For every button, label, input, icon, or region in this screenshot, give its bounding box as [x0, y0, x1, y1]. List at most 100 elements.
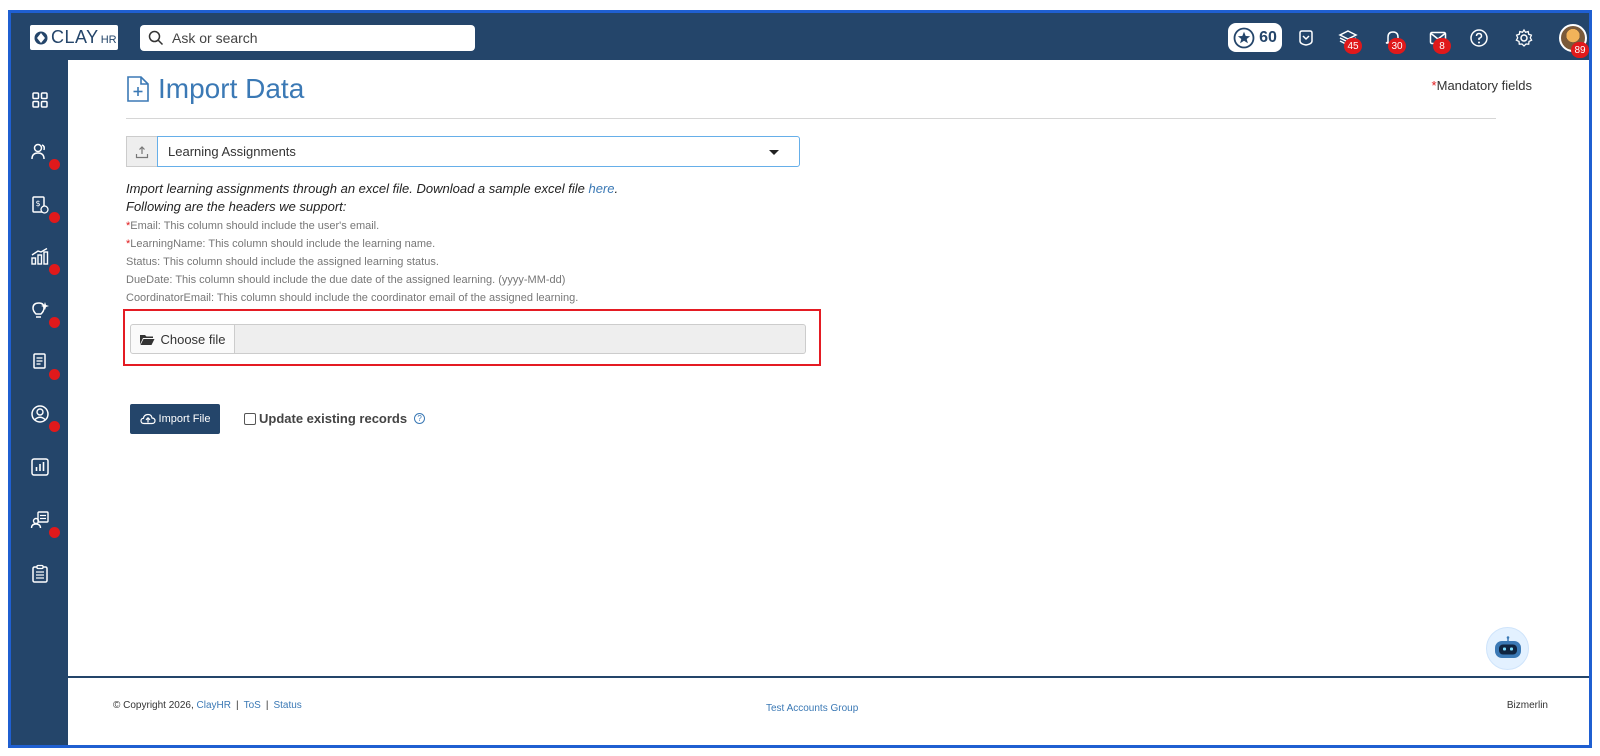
sidebar-item-payroll[interactable]: $: [28, 193, 60, 223]
performance-icon: [31, 247, 49, 265]
sidebar-item-dashboard[interactable]: [28, 88, 52, 112]
settings-button[interactable]: [1511, 25, 1537, 51]
reports-icon: [31, 458, 49, 476]
header-item-text: Status: This column should include the a…: [126, 256, 439, 268]
header-item-text: DueDate: This column should include the …: [126, 274, 566, 286]
copyright-text: © Copyright 2026,: [113, 700, 194, 711]
title-divider: [126, 118, 1496, 119]
top-bar: CLAY HR 60: [11, 13, 1589, 60]
account-group-label: Test Accounts Group: [766, 703, 859, 714]
sidebar-dot: [49, 159, 60, 170]
supported-headers-list: *Email: This column should include the u…: [126, 217, 578, 307]
messages-button[interactable]: 8: [1425, 25, 1451, 54]
footer: © Copyright 2026, ClayHR | ToS | Status Test…: [68, 676, 1589, 745]
select-addon: [126, 136, 157, 167]
selected-filename-field[interactable]: [235, 324, 806, 354]
dashboard-icon: [32, 92, 48, 108]
choose-file-label: Choose file: [160, 331, 226, 347]
sidebar-dot: [49, 317, 60, 328]
notifications-badge: 30: [1388, 38, 1406, 54]
sidebar-item-reports[interactable]: [28, 455, 52, 479]
cloud-upload-icon: [139, 413, 156, 425]
logo-mark-icon: [34, 31, 48, 44]
notifications-button[interactable]: 30: [1380, 25, 1406, 54]
company-link[interactable]: ClayHR: [197, 700, 231, 711]
sidebar-dot: [49, 421, 60, 432]
update-existing-option[interactable]: Update existing records ?: [244, 411, 426, 426]
main-content: Import Data *Mandatory fields Learning A…: [68, 60, 1589, 676]
sidebar-item-documents[interactable]: [28, 350, 60, 380]
learning-icon: [32, 302, 49, 318]
sidebar-item-performance[interactable]: [28, 245, 60, 275]
onboarding-icon: [30, 511, 49, 529]
logo-suffix: HR: [100, 33, 117, 46]
alarm-button[interactable]: [1293, 25, 1319, 51]
sidebar-item-profile[interactable]: [28, 402, 60, 432]
robot-icon: [1494, 635, 1521, 658]
header-item: DueDate: This column should include the …: [126, 271, 578, 289]
logo-word: CLAY: [51, 27, 99, 47]
help-icon[interactable]: ?: [414, 413, 426, 424]
footer-left: © Copyright 2026, ClayHR | ToS | Status: [113, 700, 302, 711]
tos-link[interactable]: ToS: [244, 700, 261, 711]
header-item: Status: This column should include the a…: [126, 253, 578, 271]
status-link[interactable]: Status: [273, 700, 301, 711]
instruction-line-2: Following are the headers we support:: [126, 199, 347, 214]
header-item-text: Email: This column should include the us…: [130, 220, 380, 232]
sample-file-link[interactable]: here: [588, 181, 614, 196]
svg-text:$: $: [36, 199, 41, 208]
search-box[interactable]: [140, 25, 475, 51]
import-type-value: Learning Assignments: [168, 144, 296, 159]
documents-icon: [33, 353, 46, 369]
import-document-icon: [127, 76, 149, 102]
sidebar-item-people[interactable]: [28, 140, 60, 170]
sidebar-dot: [49, 527, 60, 538]
page-title: Import Data: [126, 73, 304, 105]
help-icon: [1470, 29, 1488, 47]
footer-separator: |: [265, 700, 269, 711]
import-type-dropdown[interactable]: Learning Assignments: [157, 136, 800, 167]
sidebar-item-checklist[interactable]: [28, 562, 52, 586]
messages-badge: 8: [1433, 38, 1451, 54]
mandatory-label: Mandatory fields: [1436, 78, 1532, 93]
file-input-group[interactable]: Choose file: [130, 324, 806, 354]
choose-file-button[interactable]: Choose file: [130, 324, 235, 354]
header-item: CoordinatorEmail: This column should inc…: [126, 289, 578, 307]
sidebar-item-learning[interactable]: [28, 298, 60, 328]
chatbot-button[interactable]: [1486, 627, 1529, 670]
profile-icon: [31, 405, 49, 423]
import-file-button[interactable]: Import File: [130, 404, 220, 434]
sidebar-dot: [49, 212, 60, 223]
header-item: *Email: This column should include the u…: [126, 217, 578, 235]
header-item: *LearningName: This column should includ…: [126, 235, 578, 253]
alarm-icon: [1299, 30, 1313, 46]
sidebar: $: [11, 60, 68, 745]
sidebar-dot: [49, 369, 60, 380]
folder-open-icon: [140, 334, 155, 345]
footer-separator: |: [235, 700, 239, 711]
chevron-down-icon: [769, 150, 779, 155]
instruction-text: Import learning assignments through an e…: [126, 181, 589, 196]
import-instructions: Import learning assignments through an e…: [126, 180, 618, 216]
people-icon: [31, 143, 45, 160]
header-item-text: LearningName: This column should include…: [130, 238, 436, 250]
page-title-text: Import Data: [158, 73, 305, 104]
clayhr-logo[interactable]: CLAY HR: [30, 25, 118, 50]
layers-button[interactable]: 45: [1335, 25, 1362, 54]
import-file-label: Import File: [158, 413, 211, 425]
star-icon: [1233, 27, 1255, 48]
search-input[interactable]: [170, 29, 450, 47]
update-existing-checkbox[interactable]: [244, 412, 256, 425]
points-button[interactable]: 60: [1228, 23, 1282, 52]
update-existing-label: Update existing records: [259, 411, 408, 426]
app-frame: CLAY HR 60: [8, 10, 1592, 748]
header-item-text: CoordinatorEmail: This column should inc…: [126, 292, 579, 304]
tenant-label: Bizmerlin: [1506, 700, 1548, 711]
mandatory-note: *Mandatory fields: [1432, 78, 1532, 93]
points-count: 60: [1259, 28, 1277, 46]
import-type-select[interactable]: Learning Assignments: [126, 136, 800, 167]
search-icon: [148, 30, 164, 46]
help-button[interactable]: [1466, 25, 1492, 51]
instruction-line-1: Import learning assignments through an e…: [126, 180, 618, 198]
sidebar-item-onboarding[interactable]: [28, 508, 60, 538]
